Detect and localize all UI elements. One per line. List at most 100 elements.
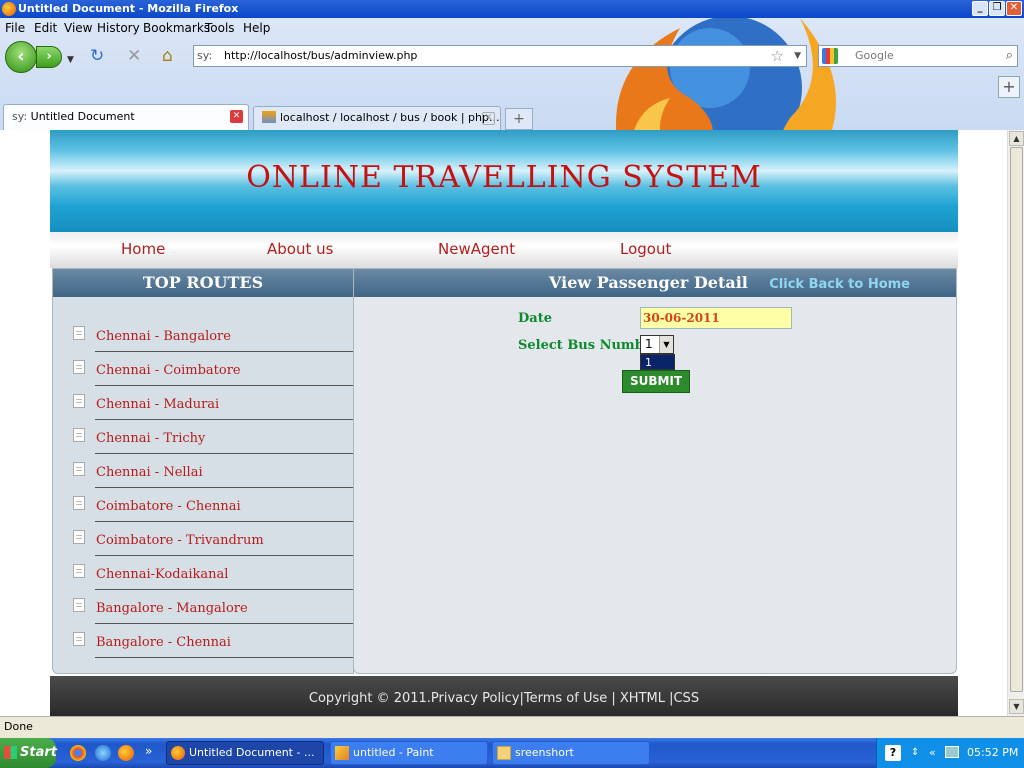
- back-to-home-link[interactable]: Click Back to Home: [769, 271, 910, 299]
- tray-expand-icon[interactable]: «: [929, 738, 936, 768]
- route-link[interactable]: Bangalore - Chennai: [96, 635, 231, 650]
- top-routes-heading: TOP ROUTES: [53, 269, 353, 297]
- route-link[interactable]: Chennai - Madurai: [96, 397, 219, 412]
- reload-icon[interactable]: ↻: [90, 47, 104, 65]
- panel-title: View Passenger Detail: [549, 273, 748, 292]
- minimize-button[interactable]: _: [972, 1, 988, 16]
- help-icon[interactable]: ?: [885, 745, 901, 761]
- stop-icon[interactable]: ✕: [127, 47, 141, 65]
- nav-new-agent[interactable]: NewAgent: [438, 240, 515, 258]
- bus-number-select[interactable]: 1 ▼: [640, 335, 674, 354]
- scroll-up-icon[interactable]: ▲: [1009, 131, 1024, 146]
- network-icon[interactable]: [945, 746, 959, 758]
- tab-strip: sy: Untitled Document ✕ localhost / loca…: [0, 104, 1024, 130]
- bus-option[interactable]: 1: [640, 354, 675, 370]
- submit-button[interactable]: SUBMIT: [622, 370, 690, 393]
- document-icon: [73, 394, 85, 408]
- close-tab-icon[interactable]: ✕: [482, 112, 495, 125]
- route-item: Chennai-Kodaikanal: [53, 558, 353, 592]
- address-bar[interactable]: sy: http://localhost/bus/adminview.php ☆…: [193, 45, 807, 67]
- site-identity-icon[interactable]: sy:: [197, 46, 212, 66]
- language-icon[interactable]: ⇕: [911, 738, 919, 768]
- browser-chrome: File Edit View History Bookmarks Tools H…: [0, 18, 1024, 130]
- url-dropdown-icon[interactable]: ▼: [794, 46, 801, 66]
- vertical-scrollbar[interactable]: ▲ ▼: [1007, 130, 1024, 716]
- bookmark-star-icon[interactable]: ☆: [771, 46, 784, 66]
- document-icon: [73, 326, 85, 340]
- route-item: Bangalore - Chennai: [53, 626, 353, 660]
- quicklaunch-more-icon[interactable]: »: [145, 744, 152, 758]
- menu-tools[interactable]: Tools: [205, 21, 235, 35]
- close-window-button[interactable]: ✕: [1006, 1, 1022, 16]
- divider: [95, 453, 353, 454]
- window-title-bar: Untitled Document - Mozilla Firefox _ ❐ …: [0, 0, 1024, 18]
- task-paint[interactable]: untitled - Paint: [330, 741, 488, 765]
- document-icon: [73, 598, 85, 612]
- site-nav: Home About us NewAgent Logout: [50, 232, 958, 268]
- menu-file[interactable]: File: [5, 21, 25, 35]
- route-link[interactable]: Coimbatore - Chennai: [96, 499, 241, 514]
- tab-phpmyadmin[interactable]: localhost / localhost / bus / book | php…: [253, 106, 501, 130]
- google-engine-icon[interactable]: [822, 48, 838, 64]
- navigation-toolbar: ‹ › ▼ ↻ ✕ ⌂ sy: http://localhost/bus/adm…: [0, 38, 1024, 74]
- system-tray: ? ⇕ « 05:52 PM: [876, 738, 1024, 768]
- menu-bar: File Edit View History Bookmarks Tools H…: [0, 18, 600, 38]
- menu-help[interactable]: Help: [243, 21, 270, 35]
- tab-untitled-document[interactable]: sy: Untitled Document ✕: [3, 104, 249, 130]
- site-banner: ONLINE TRAVELLING SYSTEM: [50, 130, 958, 232]
- address-url: http://localhost/bus/adminview.php: [224, 49, 418, 62]
- history-dropdown-icon[interactable]: ▼: [67, 51, 74, 69]
- route-item: Chennai - Bangalore: [53, 320, 353, 354]
- search-bar[interactable]: Google ⌕: [818, 45, 1018, 67]
- panel-header: View Passenger Detail Click Back to Home: [354, 269, 956, 297]
- route-link[interactable]: Chennai - Trichy: [96, 431, 205, 446]
- route-link[interactable]: Chennai - Nellai: [96, 465, 203, 480]
- document-icon: [73, 564, 85, 578]
- passenger-detail-panel: View Passenger Detail Click Back to Home…: [353, 268, 957, 674]
- home-icon[interactable]: ⌂: [162, 47, 173, 65]
- page-viewport: ONLINE TRAVELLING SYSTEM Home About us N…: [0, 130, 1007, 716]
- route-link[interactable]: Chennai-Kodaikanal: [96, 567, 228, 582]
- site-footer: Copyright © 2011.Privacy Policy|Terms of…: [50, 676, 958, 716]
- menu-bookmarks[interactable]: Bookmarks: [143, 21, 210, 35]
- task-label: Untitled Document - ...: [189, 746, 315, 759]
- firefox-quicklaunch-icon[interactable]: [118, 745, 134, 761]
- route-link[interactable]: Bangalore - Mangalore: [96, 601, 248, 616]
- route-item: Bangalore - Mangalore: [53, 592, 353, 626]
- route-link[interactable]: Coimbatore - Trivandrum: [96, 533, 264, 548]
- task-firefox[interactable]: Untitled Document - ...: [166, 741, 324, 765]
- start-label: Start: [20, 745, 57, 760]
- divider: [95, 657, 353, 658]
- divider: [95, 555, 353, 556]
- ie-quicklaunch-icon[interactable]: [95, 745, 111, 761]
- task-label: sreenshort: [515, 746, 574, 759]
- new-tab-button[interactable]: +: [505, 108, 533, 130]
- task-folder[interactable]: sreenshort: [492, 741, 650, 765]
- chrome-quicklaunch-icon[interactable]: [70, 745, 86, 761]
- maximize-button[interactable]: ❐: [989, 1, 1005, 16]
- menu-history[interactable]: History: [97, 21, 140, 35]
- menu-edit[interactable]: Edit: [34, 21, 57, 35]
- search-magnifier-icon[interactable]: ⌕: [1006, 46, 1013, 66]
- nav-logout[interactable]: Logout: [620, 240, 671, 258]
- close-tab-icon[interactable]: ✕: [230, 110, 243, 123]
- back-button[interactable]: ‹: [5, 41, 37, 73]
- divider: [95, 623, 353, 624]
- route-link[interactable]: Chennai - Coimbatore: [96, 363, 241, 378]
- chevron-down-icon[interactable]: ▼: [659, 336, 673, 353]
- scroll-down-icon[interactable]: ▼: [1009, 699, 1024, 714]
- divider: [95, 487, 353, 488]
- document-icon: [73, 428, 85, 442]
- menu-view[interactable]: View: [64, 21, 92, 35]
- forward-button[interactable]: ›: [36, 46, 62, 68]
- date-field[interactable]: 30-06-2011: [640, 307, 792, 329]
- start-button[interactable]: Start: [0, 738, 57, 768]
- search-placeholder: Google: [855, 49, 894, 62]
- route-link[interactable]: Chennai - Bangalore: [96, 329, 231, 344]
- paint-icon: [335, 746, 349, 760]
- firefox-icon: [2, 2, 16, 16]
- nav-about-us[interactable]: About us: [267, 240, 333, 258]
- nav-home[interactable]: Home: [121, 240, 165, 258]
- add-toolbar-button[interactable]: +: [998, 76, 1020, 98]
- scroll-thumb[interactable]: [1010, 147, 1023, 692]
